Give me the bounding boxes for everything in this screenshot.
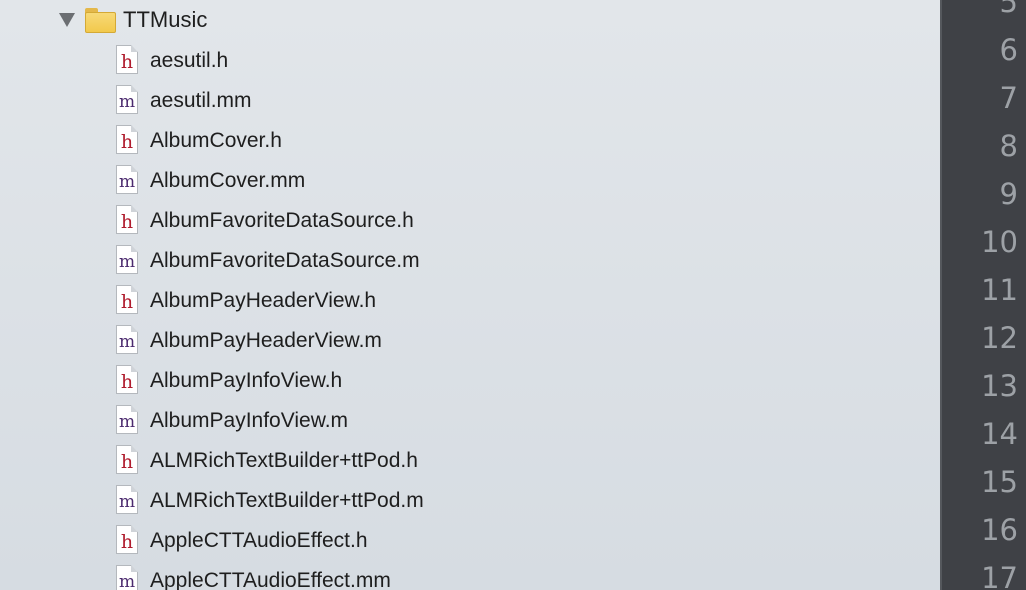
folder-label: TTMusic	[123, 7, 208, 32]
line-number: 7	[999, 81, 1018, 115]
line-number: 8	[999, 129, 1018, 163]
implementation-file-icon: m	[116, 485, 138, 514]
file-label: AlbumFavoriteDataSource.m	[150, 249, 420, 272]
header-file-icon: h	[116, 445, 138, 474]
line-number: 5	[999, 0, 1018, 19]
header-file-icon: h	[116, 205, 138, 234]
folder-icon	[85, 8, 116, 33]
implementation-file-icon: m	[116, 165, 138, 194]
line-number: 6	[999, 33, 1018, 67]
line-number: 13	[981, 369, 1018, 403]
header-file-icon: h	[116, 285, 138, 314]
disclosure-triangle-icon[interactable]	[59, 13, 75, 27]
header-file-icon: h	[116, 525, 138, 554]
file-label: AlbumCover.mm	[150, 169, 306, 192]
file-row[interactable]: m AppleCTTAudioEffect.mm	[0, 560, 940, 590]
file-row[interactable]: h AlbumPayInfoView.h	[0, 360, 940, 400]
file-list: h aesutil.h m aesutil.mm h AlbumCover.h m Album…	[0, 40, 940, 590]
line-number: 14	[981, 417, 1018, 451]
file-row[interactable]: m AlbumCover.mm	[0, 160, 940, 200]
line-number: 10	[981, 225, 1018, 259]
implementation-file-icon: m	[116, 245, 138, 274]
file-label: AlbumCover.h	[150, 129, 282, 152]
file-label: AlbumPayHeaderView.h	[150, 289, 377, 312]
implementation-file-icon: m	[116, 85, 138, 114]
file-row[interactable]: m AlbumPayHeaderView.m	[0, 320, 940, 360]
file-row[interactable]: h aesutil.h	[0, 40, 940, 80]
file-label: AppleCTTAudioEffect.h	[150, 529, 368, 552]
line-number: 17	[981, 561, 1018, 590]
file-row[interactable]: m AlbumPayInfoView.m	[0, 400, 940, 440]
line-number: 11	[981, 273, 1018, 307]
file-row[interactable]: m ALMRichTextBuilder+ttPod.m	[0, 480, 940, 520]
file-label: aesutil.mm	[150, 89, 252, 112]
file-label: AlbumPayInfoView.m	[150, 409, 349, 432]
line-number: 9	[999, 177, 1018, 211]
implementation-file-icon: m	[116, 565, 138, 590]
folder-row-ttmusic[interactable]: TTMusic	[0, 0, 940, 40]
file-row[interactable]: m AlbumFavoriteDataSource.m	[0, 240, 940, 280]
file-label: ALMRichTextBuilder+ttPod.h	[150, 449, 418, 472]
header-file-icon: h	[116, 45, 138, 74]
file-label: AlbumPayInfoView.h	[150, 369, 343, 392]
file-label: aesutil.h	[150, 49, 229, 72]
file-label: ALMRichTextBuilder+ttPod.m	[150, 489, 424, 512]
line-number: 12	[981, 321, 1018, 355]
file-label: AlbumPayHeaderView.m	[150, 329, 382, 352]
file-label: AppleCTTAudioEffect.mm	[150, 569, 391, 590]
file-row[interactable]: h AlbumPayHeaderView.h	[0, 280, 940, 320]
project-navigator: TTMusic h aesutil.h m aesutil.mm h AlbumCover…	[0, 0, 940, 590]
line-number: 16	[981, 513, 1018, 547]
header-file-icon: h	[116, 125, 138, 154]
file-row[interactable]: h ALMRichTextBuilder+ttPod.h	[0, 440, 940, 480]
file-row[interactable]: h AppleCTTAudioEffect.h	[0, 520, 940, 560]
line-number-gutter: 5 6 7 8 9 10 11 12 13 14 15 16 17	[940, 0, 1026, 590]
file-label: AlbumFavoriteDataSource.h	[150, 209, 414, 232]
line-number: 15	[981, 465, 1018, 499]
file-row[interactable]: h AlbumCover.h	[0, 120, 940, 160]
file-row[interactable]: h AlbumFavoriteDataSource.h	[0, 200, 940, 240]
implementation-file-icon: m	[116, 325, 138, 354]
file-row[interactable]: m aesutil.mm	[0, 80, 940, 120]
header-file-icon: h	[116, 365, 138, 394]
implementation-file-icon: m	[116, 405, 138, 434]
